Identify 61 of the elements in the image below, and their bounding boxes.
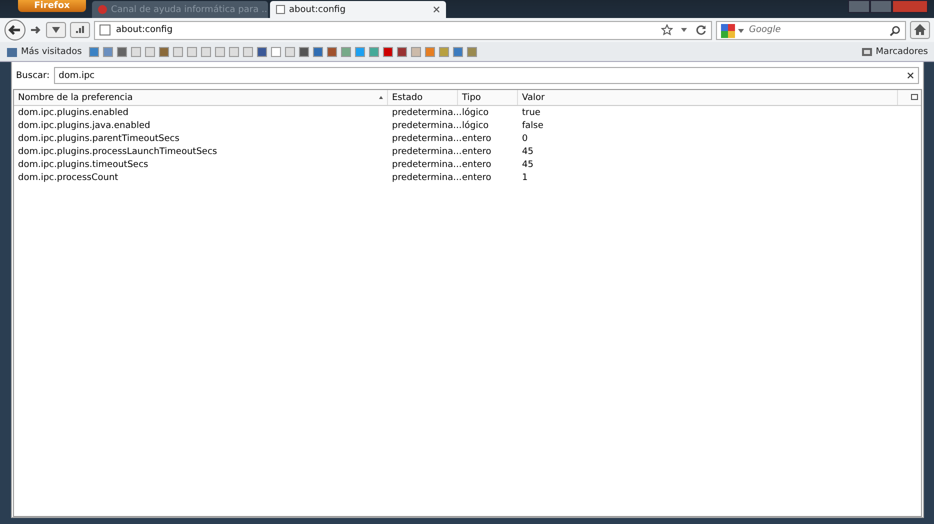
reload-icon[interactable]	[695, 24, 707, 36]
column-header[interactable]: Valor	[518, 90, 898, 105]
bookmark-icon[interactable]	[256, 46, 267, 56]
table-cell-text: dom.ipc.plugins.parentTimeoutSecs	[17, 133, 180, 146]
bookmarks-icon[interactable]	[860, 46, 873, 58]
column-title: Nombre de la preferencia	[18, 92, 133, 102]
tab-title: Canal de ayuda informática para ...	[111, 4, 268, 14]
column-picker-icon[interactable]	[911, 94, 918, 100]
back-button[interactable]	[4, 19, 26, 41]
bookmark-icon[interactable]	[270, 46, 281, 56]
bookmark-icon[interactable]	[102, 46, 113, 56]
dropdown-icon[interactable]	[737, 26, 745, 34]
column-title: Tipo	[462, 92, 481, 102]
page-icon	[276, 5, 285, 14]
search-field[interactable]: dom.ipc	[54, 67, 919, 84]
search-label: Buscar:	[16, 70, 50, 80]
bookmark-icon[interactable]	[396, 46, 407, 56]
search-field[interactable]: Google	[716, 20, 906, 40]
sort-icon	[379, 96, 383, 99]
most-visited-link[interactable]: Más visitados	[21, 46, 82, 56]
bookmark-icon[interactable]	[326, 46, 337, 56]
column-title: Valor	[522, 92, 545, 102]
table-cell-text: dom.ipc.plugins.timeoutSecs	[17, 159, 150, 172]
table-cell-text: dom.ipc.plugins.java.enabled	[17, 120, 152, 133]
bookmark-icon[interactable]	[88, 46, 99, 56]
bookmark-icon[interactable]	[466, 46, 477, 56]
tab-title: about:config	[289, 4, 347, 14]
bookmark-icon[interactable]	[382, 46, 393, 56]
bookmark-icon[interactable]	[452, 46, 463, 56]
table-cell-text: 1	[521, 172, 529, 185]
table-cell-text: 0	[521, 133, 529, 146]
search-icon[interactable]	[889, 24, 901, 36]
address-bar[interactable]: about:config	[94, 20, 712, 40]
bookmark-icon[interactable]	[158, 46, 169, 56]
close-icon[interactable]	[433, 6, 440, 13]
maximize-button[interactable]	[870, 0, 892, 13]
column-header[interactable]: Nombre de la preferencia	[14, 90, 388, 105]
search-engine-icon[interactable]	[721, 24, 735, 38]
bookmark-icon[interactable]	[116, 46, 127, 56]
column-title: Estado	[392, 92, 423, 102]
forward-button[interactable]	[30, 24, 42, 36]
page-icon	[99, 24, 111, 36]
table-cell-text: dom.ipc.plugins.processLaunchTimeoutSecs	[17, 146, 218, 159]
minimize-button[interactable]	[848, 0, 870, 13]
table-cell-text: 45	[521, 159, 534, 172]
bar-chart-icon[interactable]	[70, 22, 90, 38]
column-header[interactable]: Tipo	[458, 90, 518, 105]
bookmarks-menu[interactable]: Marcadores	[876, 46, 928, 56]
table-cell-text: true	[521, 107, 542, 120]
column-header[interactable]: Estado	[388, 90, 458, 105]
close-button[interactable]	[892, 0, 928, 13]
table-cell-text: dom.ipc.plugins.enabled	[17, 107, 130, 120]
star-icon[interactable]	[661, 24, 673, 36]
clear-icon[interactable]	[907, 72, 914, 79]
table-cell-text: false	[521, 120, 544, 133]
bookmark-icon[interactable]	[298, 46, 309, 56]
tab[interactable]: about:config	[270, 1, 446, 18]
table-cell-text: dom.ipc.processCount	[17, 172, 120, 185]
home-button[interactable]	[910, 21, 930, 39]
bookmark-icon[interactable]	[312, 46, 323, 56]
table-cell-text: 45	[521, 146, 534, 159]
